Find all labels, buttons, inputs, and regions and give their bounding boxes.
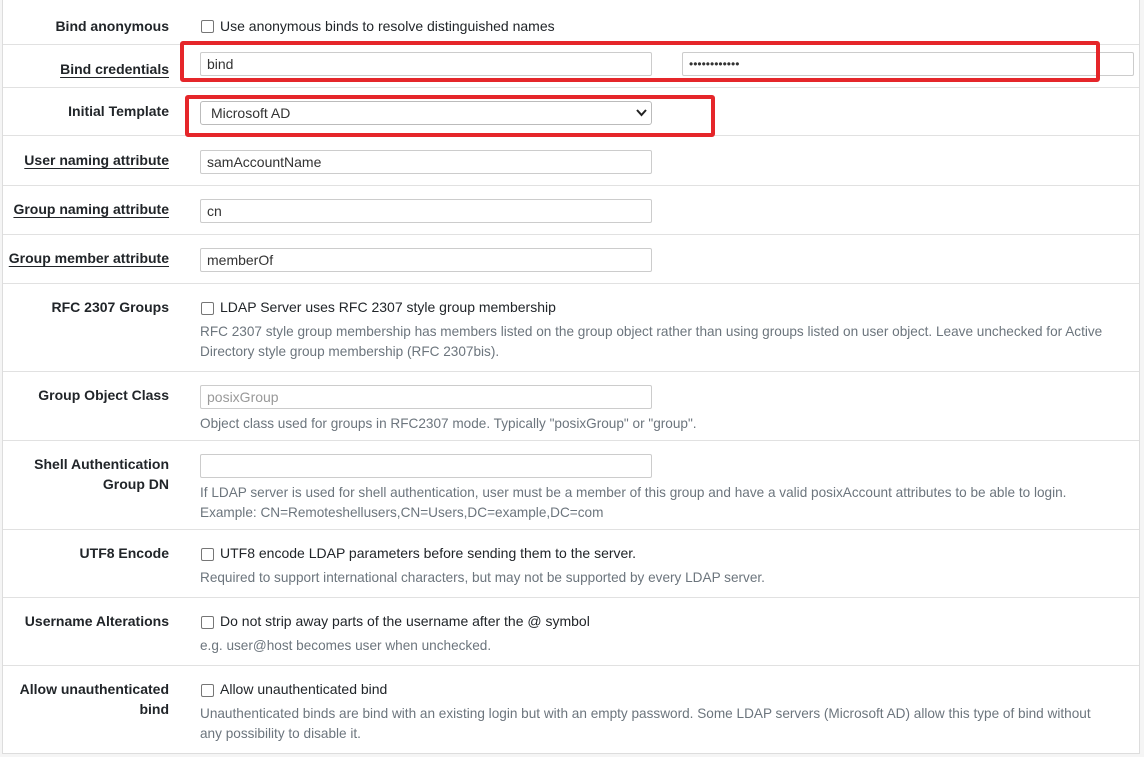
- row-group-member-attribute: Group member attribute memberOf: [3, 235, 1139, 284]
- allow-unauth-checkbox-label[interactable]: Allow unauthenticated bind: [220, 679, 387, 699]
- utf8-encode-help: Required to support international charac…: [200, 570, 765, 585]
- row-utf8-encode: UTF8 Encode UTF8 encode LDAP parameters …: [3, 530, 1139, 598]
- allow-unauth-help-line1: Unauthenticated binds are bind with an e…: [200, 706, 1091, 721]
- allow-unauth-help-line2: any possibility to disable it.: [200, 726, 361, 741]
- shell-auth-group-dn-input[interactable]: [200, 454, 652, 478]
- username-alterations-checkbox-label[interactable]: Do not strip away parts of the username …: [220, 611, 590, 631]
- row-allow-unauthenticated-bind: Allow unauthenticated bind Allow unauthe…: [3, 666, 1139, 754]
- rfc2307-help-line2: Directory style group membership (RFC 23…: [200, 344, 500, 359]
- highlight-box-template: [185, 95, 715, 137]
- allow-unauth-checkbox[interactable]: [201, 684, 214, 697]
- rfc2307-checkbox-label[interactable]: LDAP Server uses RFC 2307 style group me…: [220, 297, 556, 317]
- row-username-alterations: Username Alterations Do not strip away p…: [3, 598, 1139, 666]
- user-naming-attribute-label: User naming attribute: [24, 152, 169, 168]
- row-shell-authentication-group-dn: Shell Authentication Group DN If LDAP se…: [3, 441, 1139, 530]
- rfc2307-groups-label: RFC 2307 Groups: [51, 299, 169, 315]
- bind-anonymous-checkbox[interactable]: [201, 20, 214, 33]
- group-object-class-help: Object class used for groups in RFC2307 …: [200, 416, 697, 431]
- highlight-box-credentials: [180, 41, 1100, 82]
- row-user-naming-attribute: User naming attribute samAccountName: [3, 136, 1139, 186]
- group-member-attribute-label: Group member attribute: [8, 250, 169, 266]
- group-object-class-label: Group Object Class: [38, 387, 169, 403]
- row-rfc2307-groups: RFC 2307 Groups LDAP Server uses RFC 230…: [3, 284, 1139, 372]
- bind-anonymous-checkbox-label[interactable]: Use anonymous binds to resolve distingui…: [220, 16, 555, 36]
- rfc2307-help-line1: RFC 2307 style group membership has memb…: [200, 324, 1103, 339]
- shell-auth-label-line1: Shell Authentication: [34, 456, 169, 472]
- bind-anonymous-label: Bind anonymous: [55, 18, 169, 34]
- shell-auth-label-line2: Group DN: [102, 476, 169, 492]
- username-alterations-label: Username Alterations: [24, 613, 169, 629]
- shell-auth-help-line2: Example: CN=Remoteshellusers,CN=Users,DC…: [200, 505, 604, 520]
- group-object-class-input[interactable]: posixGroup: [200, 385, 652, 409]
- initial-template-label: Initial Template: [68, 103, 169, 119]
- username-alterations-checkbox[interactable]: [201, 616, 214, 629]
- allow-unauth-label-line1: Allow unauthenticated: [19, 681, 169, 697]
- utf8-encode-checkbox[interactable]: [201, 548, 214, 561]
- allow-unauth-label-line2: bind: [139, 701, 169, 717]
- rfc2307-checkbox[interactable]: [201, 302, 214, 315]
- group-naming-attribute-input[interactable]: cn: [200, 199, 652, 223]
- row-bind-anonymous: Bind anonymous Use anonymous binds to re…: [3, 0, 1139, 45]
- ldap-settings-panel: Bind anonymous Use anonymous binds to re…: [2, 0, 1140, 754]
- group-member-attribute-input[interactable]: memberOf: [200, 248, 652, 272]
- user-naming-attribute-input[interactable]: samAccountName: [200, 150, 652, 174]
- bind-credentials-label: Bind credentials: [60, 61, 169, 77]
- shell-auth-help-line1: If LDAP server is used for shell authent…: [200, 485, 1067, 500]
- row-group-object-class: Group Object Class posixGroup Object cla…: [3, 372, 1139, 441]
- group-naming-attribute-label: Group naming attribute: [13, 201, 169, 217]
- utf8-encode-label: UTF8 Encode: [79, 545, 169, 561]
- utf8-encode-checkbox-label[interactable]: UTF8 encode LDAP parameters before sendi…: [220, 543, 636, 563]
- username-alterations-help: e.g. user@host becomes user when uncheck…: [200, 638, 492, 653]
- row-group-naming-attribute: Group naming attribute cn: [3, 186, 1139, 235]
